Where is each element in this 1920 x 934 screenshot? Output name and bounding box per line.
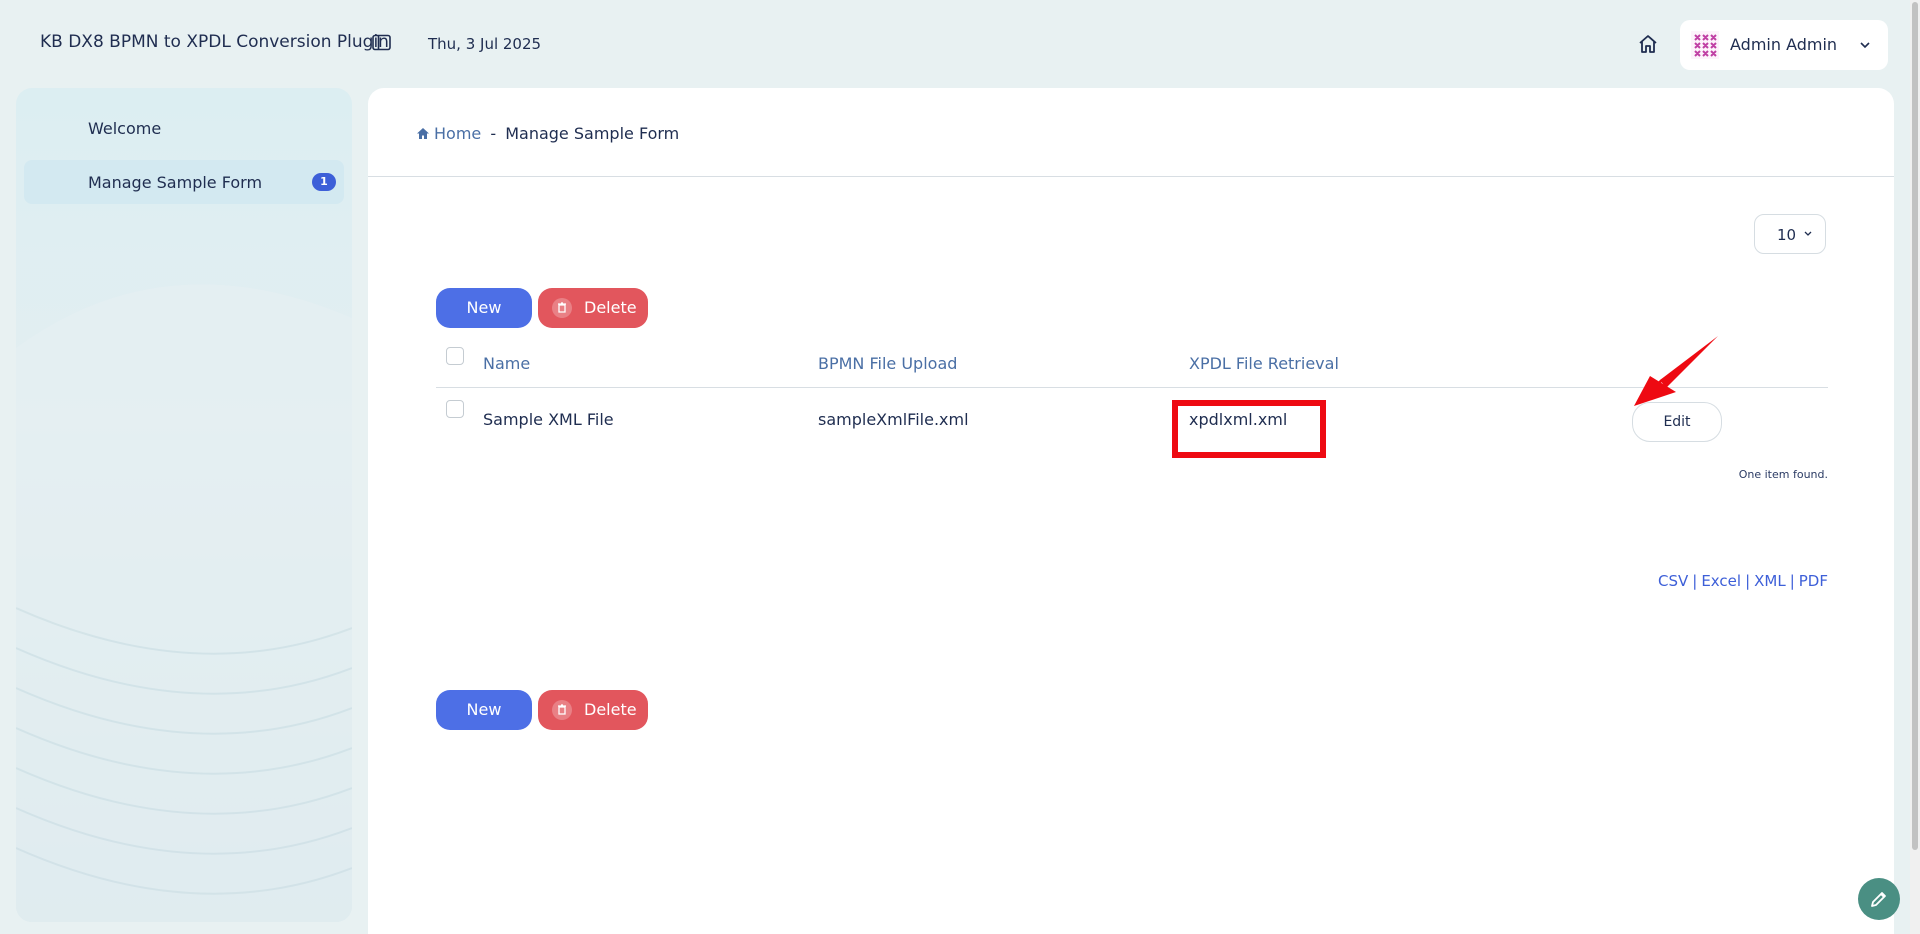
user-name: Admin Admin: [1730, 35, 1838, 54]
column-header-name[interactable]: Name: [483, 354, 530, 373]
breadcrumb-current: Manage Sample Form: [505, 124, 680, 143]
delete-button-bottom[interactable]: Delete: [538, 690, 648, 730]
sidebar-item-welcome[interactable]: Welcome: [24, 106, 344, 150]
new-button-label: New: [466, 700, 502, 719]
export-separator: |: [1692, 572, 1698, 590]
divider: [368, 176, 1894, 177]
export-links: CSV | Excel | XML | PDF: [1468, 572, 1828, 590]
arrow-annotation-icon: [1634, 336, 1718, 406]
trash-icon: [552, 298, 572, 318]
page-size-select[interactable]: 10: [1754, 214, 1826, 254]
count-badge: 1: [312, 173, 336, 191]
breadcrumb: Home - Manage Sample Form: [416, 124, 679, 143]
new-button[interactable]: New: [436, 288, 532, 328]
sidebar-item-label: Welcome: [88, 119, 162, 138]
page-size-value: 10: [1777, 226, 1797, 244]
annotation-highlight-box: [1172, 400, 1326, 458]
chevron-down-icon: [1804, 231, 1812, 236]
delete-button-label: Delete: [584, 700, 637, 719]
row-checkbox[interactable]: [446, 400, 464, 418]
edit-fab-button[interactable]: [1858, 878, 1900, 920]
breadcrumb-separator: -: [490, 124, 497, 143]
breadcrumb-home-label: Home: [434, 124, 482, 143]
cell-name[interactable]: Sample XML File: [483, 410, 614, 429]
trash-icon: [552, 700, 572, 720]
avatar: [1690, 30, 1720, 60]
sidebar-item-manage-sample-form[interactable]: Manage Sample Form 1: [24, 160, 344, 204]
result-count: One item found.: [1738, 468, 1828, 481]
cell-bpmn-file[interactable]: sampleXmlFile.xml: [818, 410, 969, 429]
user-menu[interactable]: Admin Admin: [1680, 20, 1888, 70]
scrollbar-thumb[interactable]: [1912, 2, 1918, 850]
sidebar-toggle-icon[interactable]: [372, 34, 392, 52]
export-separator: |: [1745, 572, 1751, 590]
app-root: KB DX8 BPMN to XPDL Conversion Plugin Th…: [0, 0, 1920, 934]
select-all-checkbox[interactable]: [446, 347, 464, 365]
new-button-label: New: [466, 298, 502, 317]
home-icon[interactable]: [1636, 32, 1660, 56]
export-separator: |: [1789, 572, 1795, 590]
sidebar-background-waves: [16, 284, 352, 922]
delete-button-label: Delete: [584, 298, 637, 317]
export-excel-link[interactable]: Excel: [1701, 572, 1741, 590]
page-scrollbar[interactable]: [1910, 0, 1920, 934]
pencil-icon: [1871, 892, 1886, 907]
new-button-bottom[interactable]: New: [436, 690, 532, 730]
export-xml-link[interactable]: XML: [1754, 572, 1786, 590]
top-bar: KB DX8 BPMN to XPDL Conversion Plugin Th…: [0, 0, 1920, 88]
column-header-bpmn-file[interactable]: BPMN File Upload: [818, 354, 957, 373]
breadcrumb-home-link[interactable]: Home: [416, 124, 481, 143]
column-header-xpdl-file[interactable]: XPDL File Retrieval: [1189, 354, 1339, 373]
sidebar-item-label: Manage Sample Form: [88, 173, 263, 192]
current-date: Thu, 3 Jul 2025: [428, 35, 542, 53]
home-icon: [417, 128, 429, 139]
export-csv-link[interactable]: CSV: [1658, 572, 1688, 590]
app-title: KB DX8 BPMN to XPDL Conversion Plugin: [40, 32, 389, 52]
sidebar: Welcome Manage Sample Form 1: [16, 88, 352, 922]
main-content: Home - Manage Sample Form 10 New Delete …: [368, 88, 1894, 934]
delete-button[interactable]: Delete: [538, 288, 648, 328]
chevron-down-icon: [1858, 37, 1872, 51]
export-pdf-link[interactable]: PDF: [1799, 572, 1828, 590]
